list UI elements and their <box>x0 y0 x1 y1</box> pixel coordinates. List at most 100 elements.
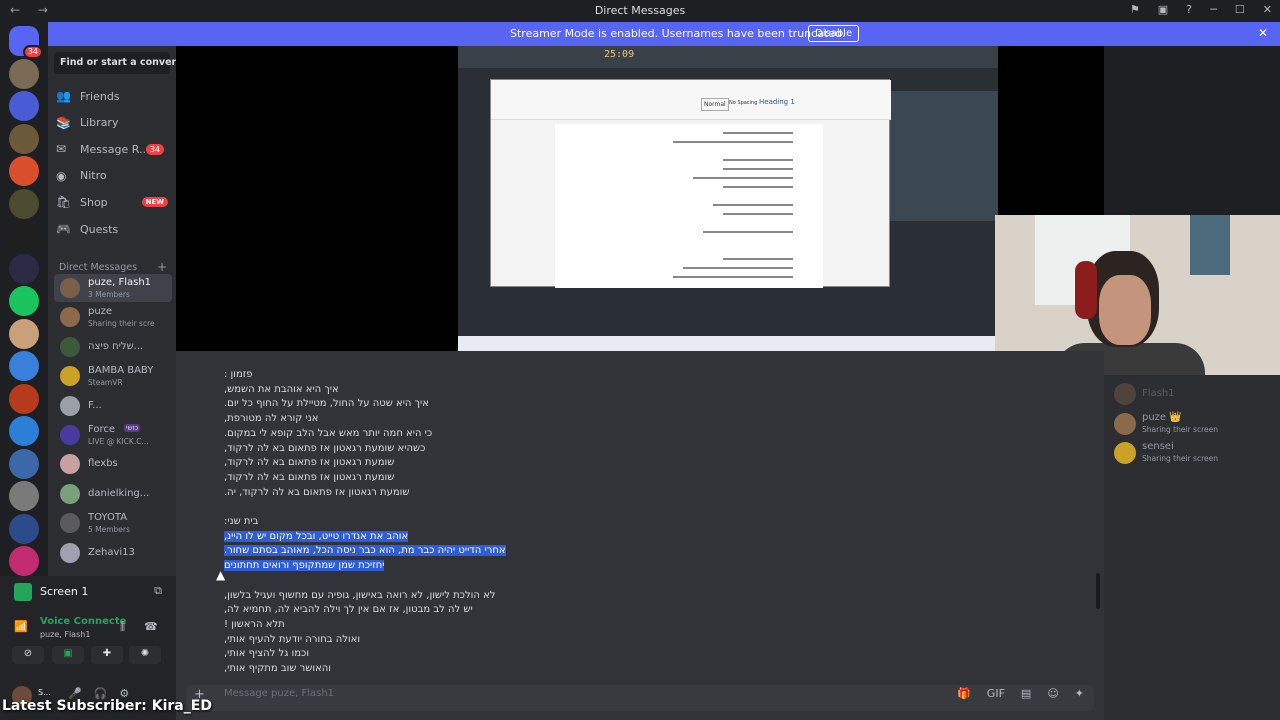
soundboard-button[interactable]: ✺ <box>129 646 161 664</box>
message-line[interactable]: איך היא שטה על החול, מטיילת על החוף כל י… <box>224 398 429 409</box>
inbox-icon[interactable]: ⚑ <box>1130 3 1140 16</box>
gift-icon[interactable]: 🎁 <box>957 687 971 700</box>
message-line[interactable]: אחרי הדייט יהיה כבר מת, הוא כבר ניסה הכל… <box>224 545 506 557</box>
minimize-button[interactable]: ─ <box>1210 3 1217 16</box>
share-screen-button[interactable]: ▣ <box>52 646 84 664</box>
dm-item[interactable]: puze Sharing their scre <box>54 303 172 331</box>
dm-status: 5 Members <box>88 525 130 535</box>
server-icon[interactable] <box>9 318 39 349</box>
popout-icon[interactable]: ⧉ <box>154 584 162 598</box>
server-icon[interactable] <box>9 416 39 446</box>
message-line[interactable]: אוהב את אנדרו טייט, ובכל מקום יש לו היינ… <box>224 530 409 542</box>
message-line[interactable]: איך היא אוהבת את השמש, <box>224 384 339 395</box>
document-line <box>673 276 793 278</box>
server-icon[interactable] <box>9 221 39 251</box>
server-icon[interactable] <box>9 91 39 121</box>
server-icon[interactable] <box>9 58 39 89</box>
search-input[interactable]: Find or start a convers... <box>54 52 193 74</box>
voice-status-text[interactable]: Voice Connecte <box>40 616 126 627</box>
server-icon[interactable] <box>9 351 39 381</box>
message-input[interactable]: Message puze, Flash1 <box>224 688 334 699</box>
message-line[interactable]: פזמון : <box>224 369 253 380</box>
dm-name: TOYOTA <box>88 512 128 524</box>
close-icon[interactable]: ✕ <box>1258 26 1268 40</box>
daw-playlist <box>890 91 998 221</box>
nav-item-friends[interactable]: 👥 Friends <box>56 84 172 108</box>
add-dm-icon[interactable]: + <box>157 260 167 274</box>
dm-item[interactable]: TOYOTA 5 Members <box>54 509 172 537</box>
stream-view[interactable]: 25:09 Normal No Spacing Heading 1 <box>176 46 1104 351</box>
title-toolbar: ⚑ ▣ ? <box>1130 3 1192 16</box>
dm-item[interactable]: F... <box>54 392 172 420</box>
dm-sidebar: Find or start a convers... 👥 Friends 📚 Libr… <box>48 46 193 576</box>
message-line[interactable]: וכמו גל להציף אותי, <box>224 648 309 659</box>
message-line[interactable]: שומעת רגאטון אז פתאום בא לה לרקוד, <box>224 457 394 468</box>
nav-item-quests[interactable]: 🎮 Quests <box>56 217 172 241</box>
apps-icon[interactable]: ✦ <box>1075 687 1084 700</box>
server-icon[interactable] <box>9 253 39 284</box>
message-line[interactable]: יחזיכת שמן שמתקופף ורואים תחתונים <box>224 560 385 572</box>
dm-item[interactable]: flexbs <box>54 450 172 478</box>
sticker-icon[interactable]: ▤ <box>1021 687 1031 700</box>
message-line[interactable]: והאושר שוב מתקיף אותי, <box>224 663 331 674</box>
activities-button[interactable]: ✚ <box>91 646 123 664</box>
message-line[interactable]: אני קורא לה מטורפת, <box>224 413 318 424</box>
server-icon[interactable] <box>9 156 39 186</box>
server-icon[interactable] <box>9 448 39 479</box>
gif-icon[interactable]: GIF <box>987 687 1005 700</box>
screen-share-item[interactable]: Screen 1 ⧉ <box>8 580 168 604</box>
disable-button[interactable]: Disable <box>808 25 860 42</box>
avatar <box>60 366 80 387</box>
voice-channel[interactable]: puze, Flash1 <box>40 630 90 639</box>
server-icon[interactable] <box>9 123 39 154</box>
message-line[interactable]: כשהיא שומעת רגאטון אז פתאום בא לה לרקוד, <box>224 443 425 454</box>
maximize-button[interactable]: ☐ <box>1235 3 1245 16</box>
dm-status: SteamVR <box>88 378 123 388</box>
message-line[interactable]: כי היא חמה יותר מאש אבל הלב קופא לי במקו… <box>224 428 432 439</box>
close-window-button[interactable]: ✕ <box>1263 3 1272 16</box>
server-icon[interactable] <box>9 513 39 544</box>
dm-item[interactable]: BAMBA BABY SteamVR <box>54 362 172 390</box>
screen-icon[interactable]: ▣ <box>1158 3 1168 16</box>
message-line[interactable]: תלא הראשון ! <box>224 619 285 630</box>
avatar <box>60 483 80 504</box>
message-line[interactable]: יש לה לב מבטון, אז אם אין לך וילה להביא … <box>224 604 473 615</box>
document-line <box>693 177 793 179</box>
disconnect-icon[interactable]: ☎ <box>144 620 158 633</box>
avatar <box>60 454 80 475</box>
home-icon[interactable]: 34 <box>9 26 43 59</box>
member-item[interactable]: Flash1 <box>1112 380 1272 408</box>
emoji-icon[interactable]: ☺ <box>1047 687 1058 700</box>
dm-item[interactable]: Force LIVE @ KICK.C... כושי <box>54 421 172 449</box>
avatar <box>60 307 80 328</box>
scrollbar[interactable] <box>1096 573 1100 609</box>
nav-item-library[interactable]: 📚 Library <box>56 111 172 135</box>
avatar <box>1114 412 1136 435</box>
server-icon[interactable] <box>9 286 39 316</box>
member-item[interactable]: sensei Sharing their screen <box>1112 439 1272 467</box>
message-line[interactable]: שומעת רגאטון אז פתאום בא לה לרקוד, <box>224 472 394 483</box>
message-line[interactable]: שומעת רגאטון אז פתאום בא לה לרקוד, יה. <box>224 487 410 498</box>
dm-item[interactable]: danielking... <box>54 480 172 508</box>
nav-item-nitro[interactable]: ◉ Nitro <box>56 164 172 188</box>
signal-icon[interactable]: 📶 <box>14 620 28 633</box>
nav-item-message-r[interactable]: ✉ Message R... 34 <box>56 137 172 161</box>
member-item[interactable]: puze 👑 Sharing their screen <box>1112 410 1272 438</box>
dm-item[interactable]: שליח פיצה... <box>54 333 172 361</box>
help-icon[interactable]: ? <box>1186 3 1192 16</box>
message-line[interactable]: בית שני: <box>224 516 258 527</box>
nav-item-shop[interactable]: 🛍 Shop NEW <box>56 190 172 214</box>
camera-off-button[interactable]: ⊘ <box>12 646 44 664</box>
dm-header: Direct Messages + <box>59 260 167 274</box>
soundboard-icon[interactable]: ⫼ <box>120 620 125 634</box>
dm-name: puze, Flash1 <box>88 277 152 288</box>
dm-item[interactable]: Zehavi13 <box>54 539 172 567</box>
message-line[interactable]: ואולה בחורה יודעת להעיף אותי, <box>224 634 360 645</box>
server-icon[interactable] <box>9 188 39 219</box>
server-icon[interactable] <box>9 383 39 414</box>
dm-item[interactable]: puze, Flash1 3 Members <box>54 274 172 302</box>
server-icon[interactable] <box>9 546 39 576</box>
server-icon[interactable] <box>9 481 39 511</box>
message-line[interactable]: לא הולכת לישון, לא רואה באישון, גופיה עם… <box>224 590 495 601</box>
message-list[interactable]: פזמון : איך היא אוהבת את השמש, איך היא שטה… <box>176 351 1104 681</box>
